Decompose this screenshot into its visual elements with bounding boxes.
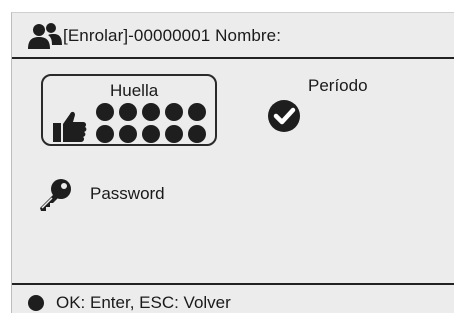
- fingerprint-slot-dot: [96, 103, 114, 121]
- fingerprint-label: Huella: [110, 81, 159, 100]
- fingerprint-slot-dot: [165, 103, 183, 121]
- users-icon: [28, 23, 62, 49]
- fingerprint-option[interactable]: Huella: [41, 74, 217, 146]
- header-bar: [Enrolar]-00000001 Nombre:: [12, 13, 454, 59]
- footer-bar: OK: Enter, ESC: Volver: [12, 283, 454, 315]
- footer-hint: OK: Enter, ESC: Volver: [56, 293, 231, 312]
- fingerprint-slot-dot: [188, 125, 206, 143]
- fingerprint-slot-dot: [165, 125, 183, 143]
- fingerprint-slot-dot: [119, 103, 137, 121]
- fingerprint-slot-dot: [142, 125, 160, 143]
- thumbs-up-icon: [53, 111, 87, 142]
- period-label: Período: [308, 76, 368, 95]
- fingerprint-slot-dot: [96, 125, 114, 143]
- check-circle-icon[interactable]: [267, 99, 301, 133]
- key-icon[interactable]: [37, 178, 73, 212]
- status-dot-icon: [28, 295, 44, 311]
- enroll-screen: [Enrolar]-00000001 Nombre: Huella Períod…: [11, 12, 454, 313]
- fingerprint-slot-dot: [119, 125, 137, 143]
- password-label: Password: [90, 184, 165, 203]
- fingerprint-slot-dot: [142, 103, 160, 121]
- fingerprint-slot-dot: [188, 103, 206, 121]
- fingerprint-slots: [96, 103, 214, 147]
- header-title: [Enrolar]-00000001 Nombre:: [63, 26, 282, 45]
